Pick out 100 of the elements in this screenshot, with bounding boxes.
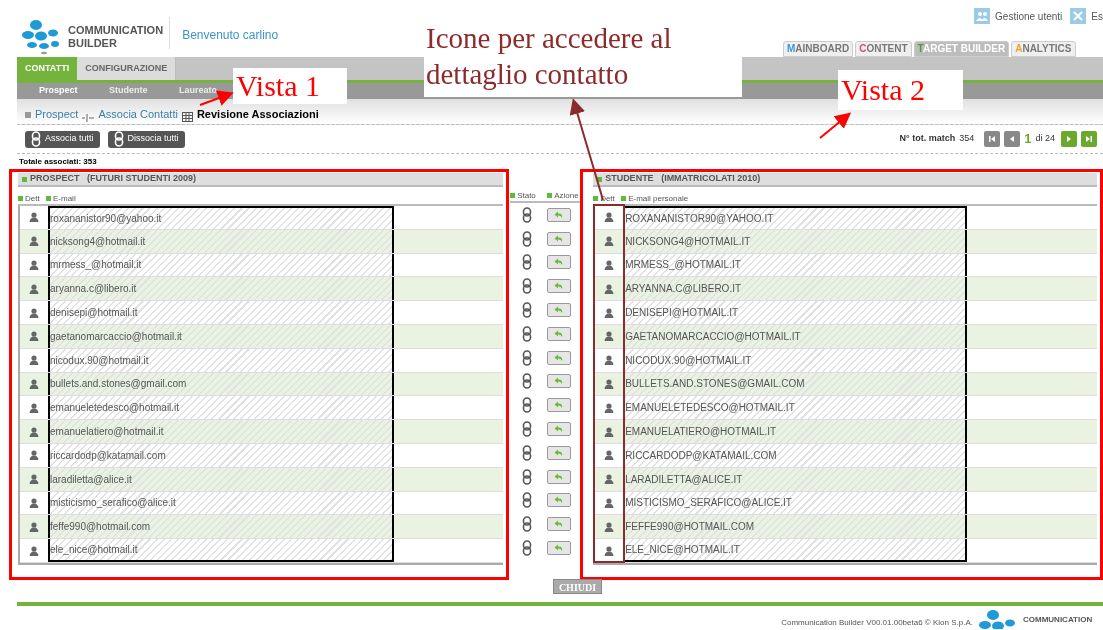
link-icon — [521, 421, 532, 438]
person-icon[interactable] — [604, 355, 615, 366]
main-tab[interactable]: CONFIGURAZIONE — [77, 57, 177, 80]
undo-button[interactable] — [547, 279, 572, 294]
person-icon[interactable] — [604, 521, 615, 532]
person-icon[interactable] — [604, 497, 615, 508]
person-icon[interactable] — [29, 331, 39, 342]
person-icon[interactable] — [29, 474, 39, 485]
email-cell: FEFFE990@HOTMAIL.COM — [623, 515, 968, 539]
undo-icon — [554, 282, 565, 291]
person-icon[interactable] — [29, 355, 39, 366]
close-button[interactable]: CHIUDI — [552, 579, 603, 594]
undo-icon — [554, 496, 565, 505]
link-icon — [521, 325, 532, 342]
exit-link[interactable]: Es — [1070, 8, 1103, 24]
undo-button[interactable] — [547, 374, 572, 389]
column-header: E-mail — [46, 192, 76, 205]
link-icon — [521, 516, 532, 533]
main-tab[interactable]: CONTATTI — [17, 57, 78, 80]
person-icon[interactable] — [29, 212, 39, 223]
person-icon[interactable] — [604, 236, 615, 247]
person-icon[interactable] — [29, 236, 39, 247]
email-cell: ELE_NICE@HOTMAIL.IT — [623, 539, 968, 562]
undo-button[interactable] — [547, 303, 572, 318]
person-icon[interactable] — [604, 283, 615, 294]
email-cell: RICCARDODP@KATAMAIL.COM — [623, 443, 968, 467]
link-icon — [521, 540, 532, 557]
undo-button[interactable] — [547, 445, 572, 460]
email-cell: DENISEPI@HOTMAIL.IT — [623, 301, 968, 324]
person-icon[interactable] — [604, 260, 615, 270]
person-icon[interactable] — [29, 521, 39, 532]
link-icon — [521, 492, 532, 509]
email-cell: roxananistor90@yahoo.it — [48, 206, 394, 229]
person-icon[interactable] — [29, 260, 39, 270]
column-header: Dett — [593, 192, 622, 205]
undo-button[interactable] — [547, 207, 572, 222]
email-cell: NICODUX.90@HOTMAIL.IT — [623, 348, 968, 372]
person-icon[interactable] — [604, 426, 615, 437]
undo-icon — [554, 210, 565, 219]
undo-button[interactable] — [547, 350, 572, 365]
last-page-button[interactable] — [1081, 131, 1097, 147]
person-icon[interactable] — [604, 474, 615, 485]
email-cell: laradiletta@alice.it — [48, 467, 394, 491]
undo-button[interactable] — [547, 255, 572, 270]
undo-button[interactable] — [547, 231, 572, 246]
person-icon[interactable] — [29, 497, 39, 508]
app-tab[interactable]: CONTENT — [855, 41, 912, 57]
person-icon[interactable] — [29, 283, 39, 294]
app-tab[interactable]: MAINBOARD — [783, 41, 854, 57]
person-icon[interactable] — [29, 307, 39, 318]
email-cell: emanueletedesco@hotmail.it — [48, 396, 394, 420]
person-icon[interactable] — [604, 545, 615, 556]
users-link[interactable]: Gestione utenti — [974, 8, 1063, 24]
person-icon[interactable] — [29, 545, 39, 556]
person-icon[interactable] — [604, 331, 615, 342]
person-icon[interactable] — [29, 450, 39, 461]
email-cell: BULLETS.AND.STONES@GMAIL.COM — [623, 372, 968, 396]
action-button[interactable]: Associa tutti — [25, 130, 100, 148]
breadcrumb-link[interactable]: Prospect — [35, 105, 79, 122]
total-associated: Totale associati: 353 — [19, 156, 98, 168]
person-icon[interactable] — [604, 212, 615, 223]
person-icon[interactable] — [29, 402, 39, 413]
link-icon — [521, 254, 532, 271]
undo-button[interactable] — [547, 541, 572, 556]
link-icon — [521, 278, 532, 295]
email-cell: emanuelatiero@hotmail.it — [48, 420, 394, 443]
link-icon — [31, 131, 41, 147]
undo-button[interactable] — [547, 493, 572, 508]
sub-tab[interactable]: Laureato — [179, 84, 231, 98]
undo-button[interactable] — [547, 517, 572, 532]
breadcrumb-link[interactable]: Associa Contatti — [98, 105, 178, 122]
undo-icon — [554, 472, 565, 481]
person-icon[interactable] — [604, 378, 615, 389]
person-icon[interactable] — [604, 307, 615, 318]
person-icon[interactable] — [29, 378, 39, 389]
next-page-button[interactable] — [1061, 131, 1077, 147]
previous-page-button[interactable] — [1004, 131, 1021, 147]
person-icon[interactable] — [604, 450, 615, 461]
action-button[interactable]: Dissocia tutti — [107, 130, 185, 148]
email-cell: ele_nice@hotmail.it — [48, 539, 394, 562]
undo-button[interactable] — [547, 398, 572, 413]
logo-icon — [979, 609, 1017, 629]
undo-button[interactable] — [547, 326, 572, 341]
undo-button[interactable] — [547, 469, 572, 484]
column-header: Dett — [18, 192, 46, 205]
undo-button[interactable] — [547, 422, 572, 437]
email-cell: gaetanomarcaccio@hotmail.it — [48, 325, 394, 348]
undo-icon — [554, 544, 565, 553]
person-icon[interactable] — [604, 402, 615, 413]
person-icon[interactable] — [29, 426, 39, 437]
page-number: 1 — [1024, 130, 1032, 149]
link-icon — [521, 349, 532, 366]
first-page-button[interactable] — [984, 131, 1001, 147]
link-icon — [521, 397, 532, 414]
email-cell: MISTICISMO_SERAFICO@ALICE.IT — [623, 491, 968, 515]
app-tab[interactable]: ANALYTICS — [1011, 41, 1076, 57]
sub-tab[interactable]: Studente — [109, 84, 161, 98]
sub-tab[interactable]: Prospect — [39, 84, 91, 98]
email-cell: ROXANANISTOR90@YAHOO.IT — [623, 206, 968, 229]
email-cell: GAETANOMARCACCIO@HOTMAIL.IT — [623, 325, 968, 348]
